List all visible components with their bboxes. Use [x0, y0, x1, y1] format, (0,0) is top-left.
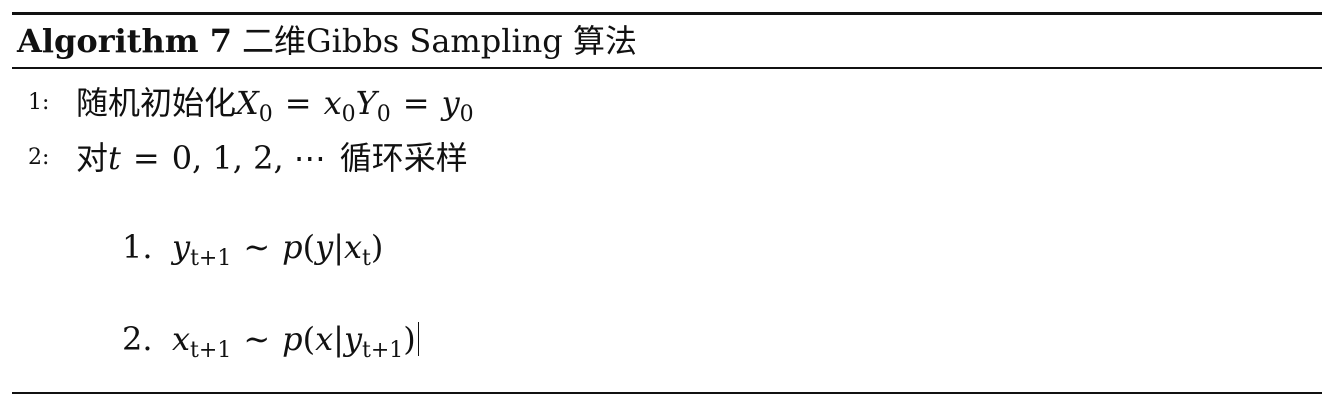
math-subscript: t	[362, 246, 371, 271]
algorithm-step-1: 1: 随机初始化X0 = x0Y0 = y0	[28, 77, 474, 126]
math-tilde: ∼	[243, 228, 271, 266]
substep-number: 2.	[122, 320, 153, 358]
step-prefix: 随机初始化	[76, 83, 237, 122]
math-p: p	[282, 320, 303, 358]
substep-number: 1.	[122, 228, 153, 266]
math-bar: |	[333, 228, 344, 266]
step-text: 对t = 0, 1, 2, ⋯ 循环采样	[76, 139, 468, 177]
math-subscript: 0	[459, 101, 474, 127]
math-var-Y: Y	[355, 83, 377, 122]
substep-1: 1. yt+1 ∼ p(y|xt)	[122, 222, 383, 272]
step-prefix: 对	[76, 138, 109, 177]
math-bar: |	[333, 320, 344, 358]
math-equals: =	[402, 83, 430, 122]
algorithm-label: Algorithm 7	[17, 22, 233, 60]
math-equals: =	[284, 83, 312, 122]
title-rule	[12, 67, 1322, 69]
math-given: x	[344, 228, 363, 266]
text-cursor	[417, 322, 419, 356]
math-lhs: x	[172, 320, 191, 358]
step-text: 随机初始化X0 = x0Y0 = y0	[76, 83, 474, 126]
algorithm-step-2: 2: 对t = 0, 1, 2, ⋯ 循环采样	[28, 132, 468, 178]
step-number: 1:	[28, 89, 50, 115]
math-equals: =	[132, 138, 160, 177]
bottom-rule	[12, 392, 1322, 394]
math-lhs: y	[172, 228, 191, 266]
math-sequence: 0, 1, 2, ⋯	[171, 138, 326, 177]
math-var-y: y	[441, 83, 460, 122]
math-var-x: x	[323, 83, 342, 122]
algorithm-title: Algorithm 7 二维Gibbs Sampling 算法	[17, 18, 637, 64]
step-number: 2:	[28, 144, 50, 170]
math-subscript: 0	[376, 101, 391, 127]
math-subscript: t+1	[190, 246, 232, 271]
substep-2: 2. xt+1 ∼ p(x|yt+1)	[122, 314, 419, 364]
math-open-paren: (	[302, 320, 316, 358]
math-tilde: ∼	[243, 320, 271, 358]
math-var: x	[315, 320, 334, 358]
math-subscript: 0	[258, 101, 273, 127]
math-given: y	[343, 320, 363, 358]
algorithm-name: 二维Gibbs Sampling 算法	[242, 22, 637, 60]
math-var: y	[315, 228, 334, 266]
step-suffix: 循环采样	[339, 138, 468, 177]
math-var-X: X	[236, 83, 259, 122]
math-var-t: t	[108, 138, 121, 177]
math-close-paren: )	[370, 228, 384, 266]
math-close-paren: )	[403, 320, 416, 358]
top-rule	[12, 12, 1322, 15]
math-subscript: t+1	[190, 338, 232, 363]
math-p: p	[282, 228, 303, 266]
math-open-paren: (	[302, 228, 316, 266]
math-subscript: 0	[341, 101, 356, 127]
math-subscript: t+1	[362, 338, 404, 363]
